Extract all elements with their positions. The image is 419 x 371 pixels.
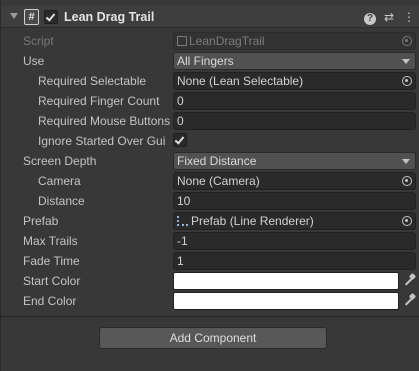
- row-use: Use All Fingers: [1, 51, 419, 71]
- row-ignore-started-over-gui: Ignore Started Over Gui: [1, 131, 419, 151]
- checkmark-icon: [45, 11, 56, 22]
- chevron-down-icon: [402, 159, 410, 164]
- required-mouse-buttons-label: Required Mouse Buttons: [38, 114, 171, 128]
- row-required-mouse-buttons: Required Mouse Buttons 0: [1, 111, 419, 131]
- component-header[interactable]: # Lean Drag Trail ? ⇄ ⋮: [1, 6, 419, 28]
- object-picker-icon: [402, 36, 412, 46]
- end-color-label: End Color: [23, 294, 77, 308]
- component-title: Lean Drag Trail: [64, 10, 155, 24]
- script-icon: #: [24, 9, 39, 25]
- max-trails-input[interactable]: -1: [173, 232, 416, 250]
- max-trails-label: Max Trails: [23, 234, 78, 248]
- camera-field[interactable]: None (Camera): [173, 172, 416, 190]
- script-field: LeanDragTrail: [173, 32, 416, 50]
- camera-label: Camera: [38, 174, 81, 188]
- inspector-panel: # Lean Drag Trail ? ⇄ ⋮ Script LeanDragT…: [0, 0, 419, 371]
- row-required-finger-count: Required Finger Count 0: [1, 91, 419, 111]
- prefab-value: Prefab (Line Renderer): [191, 214, 314, 228]
- chevron-down-icon[interactable]: [10, 13, 18, 19]
- camera-value: None (Camera): [177, 174, 260, 188]
- component-enabled-checkbox[interactable]: [44, 10, 58, 24]
- row-max-trails: Max Trails -1: [1, 231, 419, 251]
- help-icon[interactable]: ?: [363, 9, 377, 25]
- distance-input[interactable]: 10: [173, 192, 416, 210]
- script-file-icon: [177, 36, 187, 46]
- required-mouse-buttons-input[interactable]: 0: [173, 112, 416, 130]
- use-dropdown[interactable]: All Fingers: [173, 52, 416, 70]
- row-start-color: Start Color: [1, 271, 419, 291]
- row-script: Script LeanDragTrail: [1, 31, 419, 51]
- add-component-button[interactable]: Add Component: [99, 327, 327, 349]
- ignore-started-over-gui-checkbox[interactable]: [173, 133, 187, 147]
- presets-icon[interactable]: ⇄: [382, 9, 396, 25]
- checkmark-icon: [174, 134, 185, 145]
- fade-time-input[interactable]: 1: [173, 252, 416, 270]
- kebab-menu-icon[interactable]: ⋮: [402, 9, 416, 25]
- end-color-swatch[interactable]: [173, 292, 399, 310]
- row-prefab: Prefab Prefab (Line Renderer): [1, 211, 419, 231]
- row-distance: Distance 10: [1, 191, 419, 211]
- eyedropper-icon[interactable]: [402, 273, 416, 289]
- required-selectable-label: Required Selectable: [38, 74, 147, 88]
- divider: [1, 316, 419, 317]
- screen-depth-value: Fixed Distance: [177, 154, 257, 168]
- required-selectable-field[interactable]: None (Lean Selectable): [173, 72, 416, 90]
- object-picker-icon[interactable]: [402, 216, 412, 226]
- row-camera: Camera None (Camera): [1, 171, 419, 191]
- eyedropper-icon[interactable]: [402, 293, 416, 309]
- line-renderer-icon: [177, 216, 188, 226]
- required-finger-count-label: Required Finger Count: [38, 94, 160, 108]
- required-finger-count-input[interactable]: 0: [173, 92, 416, 110]
- distance-label: Distance: [38, 194, 85, 208]
- ignore-started-over-gui-label: Ignore Started Over Gui: [38, 134, 166, 148]
- prefab-label: Prefab: [23, 214, 59, 228]
- use-label: Use: [23, 54, 45, 68]
- row-required-selectable: Required Selectable None (Lean Selectabl…: [1, 71, 419, 91]
- required-selectable-value: None (Lean Selectable): [177, 74, 304, 88]
- script-label: Script: [23, 34, 54, 48]
- screen-depth-label: Screen Depth: [23, 154, 97, 168]
- screen-depth-dropdown[interactable]: Fixed Distance: [173, 152, 416, 170]
- row-end-color: End Color: [1, 291, 419, 311]
- start-color-swatch[interactable]: [173, 272, 399, 290]
- use-value: All Fingers: [177, 54, 234, 68]
- row-screen-depth: Screen Depth Fixed Distance: [1, 151, 419, 171]
- fade-time-label: Fade Time: [23, 254, 80, 268]
- prefab-field[interactable]: Prefab (Line Renderer): [173, 212, 416, 230]
- object-picker-icon[interactable]: [402, 76, 412, 86]
- start-color-label: Start Color: [23, 274, 81, 288]
- chevron-down-icon: [402, 59, 410, 64]
- script-value: LeanDragTrail: [189, 34, 265, 48]
- object-picker-icon[interactable]: [402, 176, 412, 186]
- row-fade-time: Fade Time 1: [1, 251, 419, 271]
